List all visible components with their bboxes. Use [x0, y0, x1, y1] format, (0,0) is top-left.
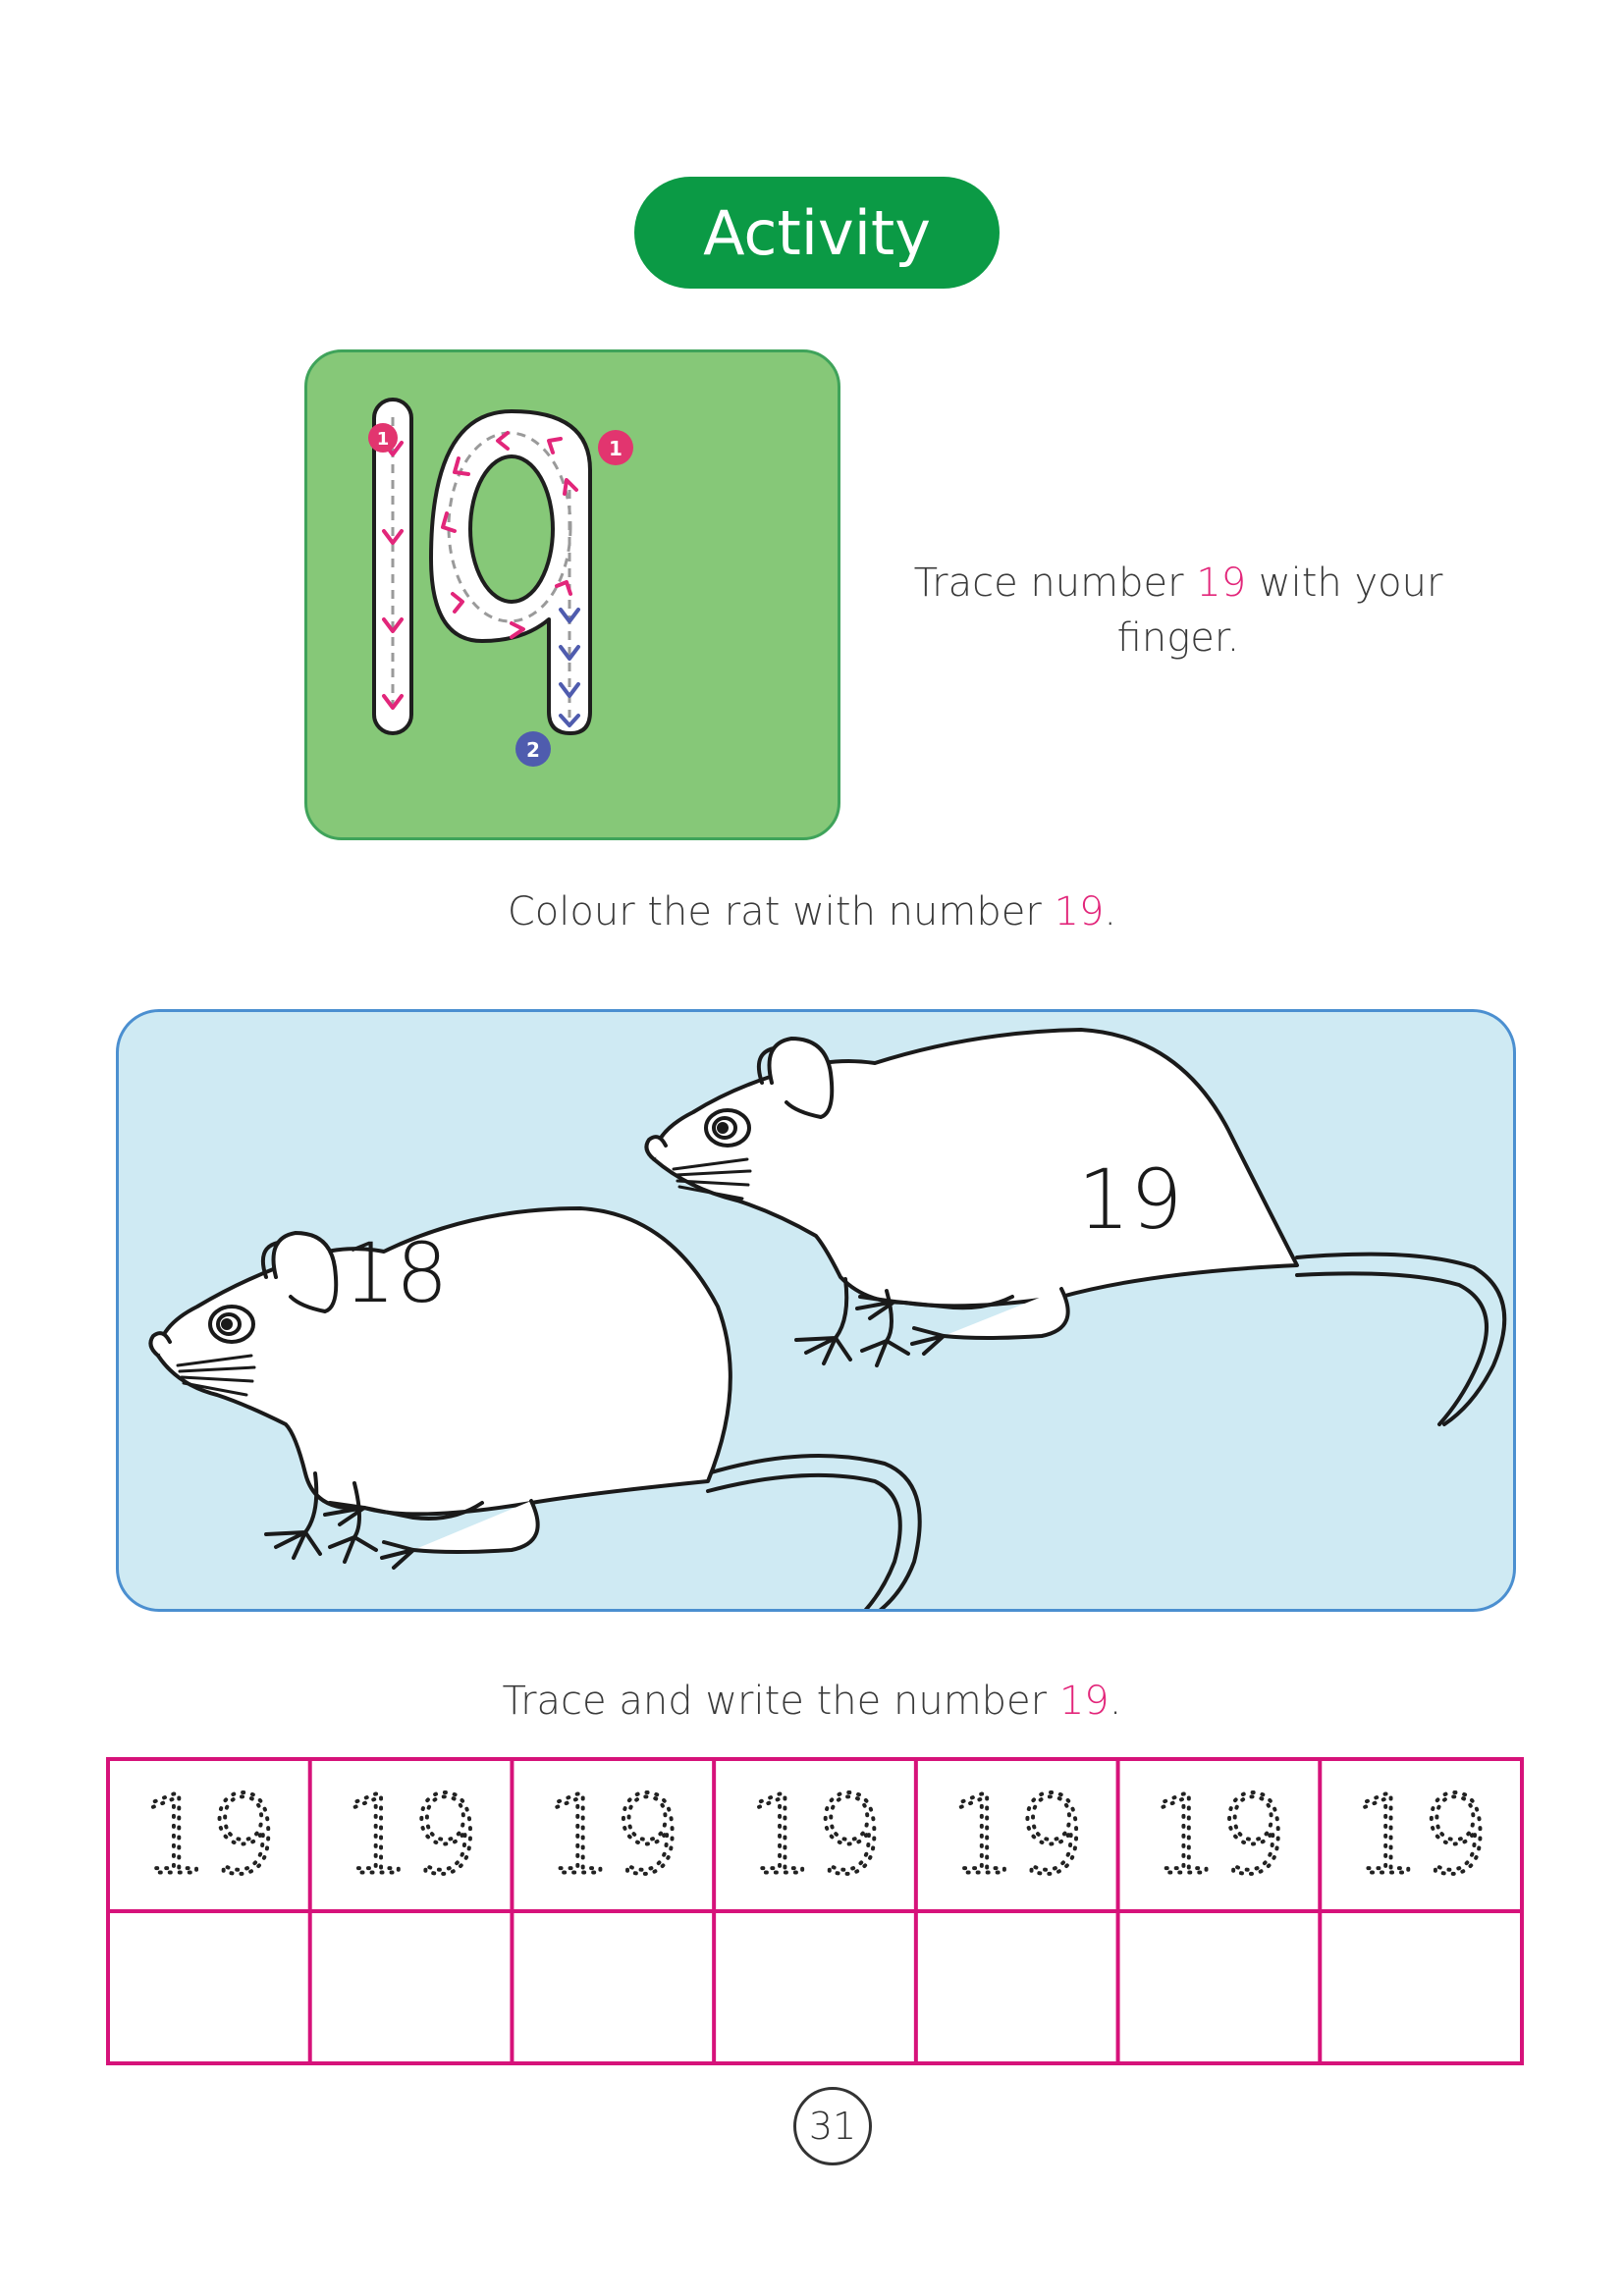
trace-write-grid: 19 19 19 19 19 19 19 [104, 1755, 1526, 2067]
page-number: 31 [793, 2087, 872, 2165]
highlight-number: 19 [1058, 1679, 1110, 1724]
svg-text:1: 1 [609, 437, 623, 460]
dotted-trace-number[interactable]: 19 [744, 1771, 886, 1900]
dotted-trace-number[interactable]: 19 [1350, 1771, 1491, 1900]
rat-18-label: 18 [344, 1225, 449, 1321]
activity-label: Activity [703, 196, 931, 269]
svg-text:1: 1 [377, 429, 390, 450]
write-cell[interactable] [314, 1915, 509, 2059]
step-badge-one-digit-nine: 1 [598, 430, 633, 465]
rat-18[interactable] [148, 1206, 922, 1609]
highlight-number: 19 [1196, 561, 1247, 606]
rat-19[interactable] [644, 1028, 1507, 1426]
dotted-trace-number[interactable]: 19 [947, 1771, 1088, 1900]
svg-text:2: 2 [526, 738, 540, 762]
write-cell[interactable] [1122, 1915, 1317, 2059]
highlight-number: 19 [1054, 889, 1105, 934]
dotted-trace-number[interactable]: 19 [341, 1771, 482, 1900]
number-19-tracing-illustration: 1 1 2 [368, 398, 633, 767]
write-cell[interactable] [515, 1915, 710, 2059]
dotted-trace-number[interactable]: 19 [138, 1771, 280, 1900]
activity-header-badge: Activity [634, 177, 1000, 289]
digit-nine-inner-hole [468, 454, 555, 604]
step-badge-one-digit-one: 1 [368, 423, 398, 453]
write-cell[interactable] [112, 1915, 306, 2059]
trace-finger-instruction: Trace number 19 with your finger. [913, 561, 1443, 661]
number-trace-card: 1 1 2 [304, 349, 840, 840]
trace-write-instruction: Trace and write the number 19. [502, 1679, 1122, 1724]
step-badge-two-digit-nine: 2 [515, 731, 551, 767]
colour-rat-instruction: Colour the rat with number 19. [507, 889, 1117, 934]
dotted-trace-number[interactable]: 19 [1148, 1771, 1289, 1900]
write-cell[interactable] [718, 1915, 912, 2059]
rat-colouring-panel: 18 19 [116, 1009, 1516, 1612]
rat-19-label: 19 [1078, 1151, 1183, 1248]
write-cell[interactable] [920, 1915, 1114, 2059]
write-cell[interactable] [1324, 1915, 1518, 2059]
dotted-trace-number[interactable]: 19 [542, 1771, 683, 1900]
